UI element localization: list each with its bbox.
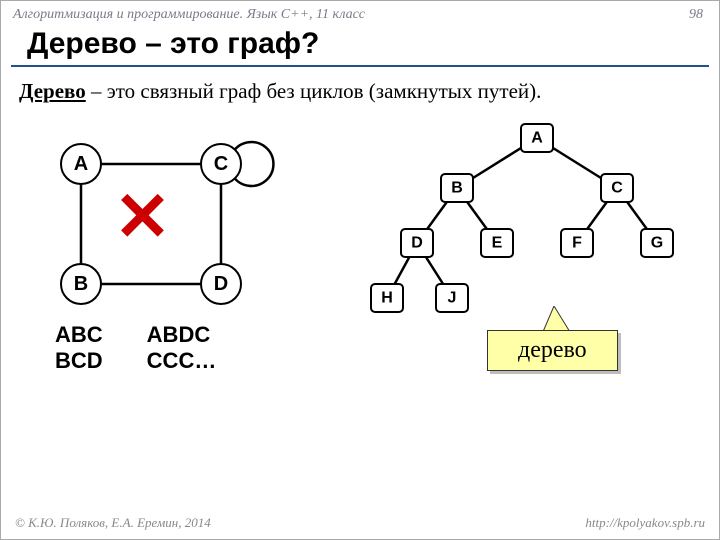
paths-c2l1: ABDС [147,322,217,348]
subtitle-rest: – это связный граф без циклов (замкнутых… [86,79,542,103]
tnode-h-label: H [381,290,393,307]
paths-c2l2: CCC… [147,348,217,374]
tnode-e-label: E [492,235,503,252]
paths-c1l1: ABC [55,322,103,348]
slide-title: Дерево – это граф? [11,25,709,67]
course-text: Алгоритмизация и программирование. Язык … [13,7,365,23]
node-c-label: C [214,153,228,175]
paths-col1: ABC BCD [55,322,103,374]
tnode-d-label: D [411,235,423,252]
slide: Алгоритмизация и программирование. Язык … [0,0,720,540]
page-number: 98 [689,7,703,23]
subtitle-bold: Дерево [19,79,86,103]
paths-block: ABC BCD ABDС CCC… [55,322,216,374]
cycle-graph: A C B D [51,134,291,334]
callout-box: дерево [487,330,618,371]
footer-url: http://kpolyakov.spb.ru [585,515,705,531]
tnode-a-label: A [531,130,543,147]
node-a-label: A [74,153,88,175]
content-area: A C B D ✕ A B C D E [1,108,719,468]
tnode-c-label: C [611,180,623,197]
node-b-label: B [74,273,88,295]
callout-label: дерево [518,337,587,363]
copyright: © К.Ю. Поляков, Е.А. Еремин, 2014 [15,515,211,531]
tnode-b-label: B [451,180,463,197]
slide-header: Алгоритмизация и программирование. Язык … [1,1,719,25]
paths-col2: ABDС CCC… [147,322,217,374]
tnode-g-label: G [651,235,663,252]
slide-subtitle: Дерево – это связный граф без циклов (за… [1,75,719,108]
tnode-f-label: F [572,235,582,252]
tree-graph: A B C D E F G H J [357,118,687,328]
node-d-label: D [214,273,228,295]
callout: дерево [487,330,618,371]
tnode-j-label: J [448,290,457,307]
slide-footer: © К.Ю. Поляков, Е.А. Еремин, 2014 http:/… [1,515,719,531]
cross-icon: ✕ [114,183,171,251]
paths-c1l2: BCD [55,348,103,374]
